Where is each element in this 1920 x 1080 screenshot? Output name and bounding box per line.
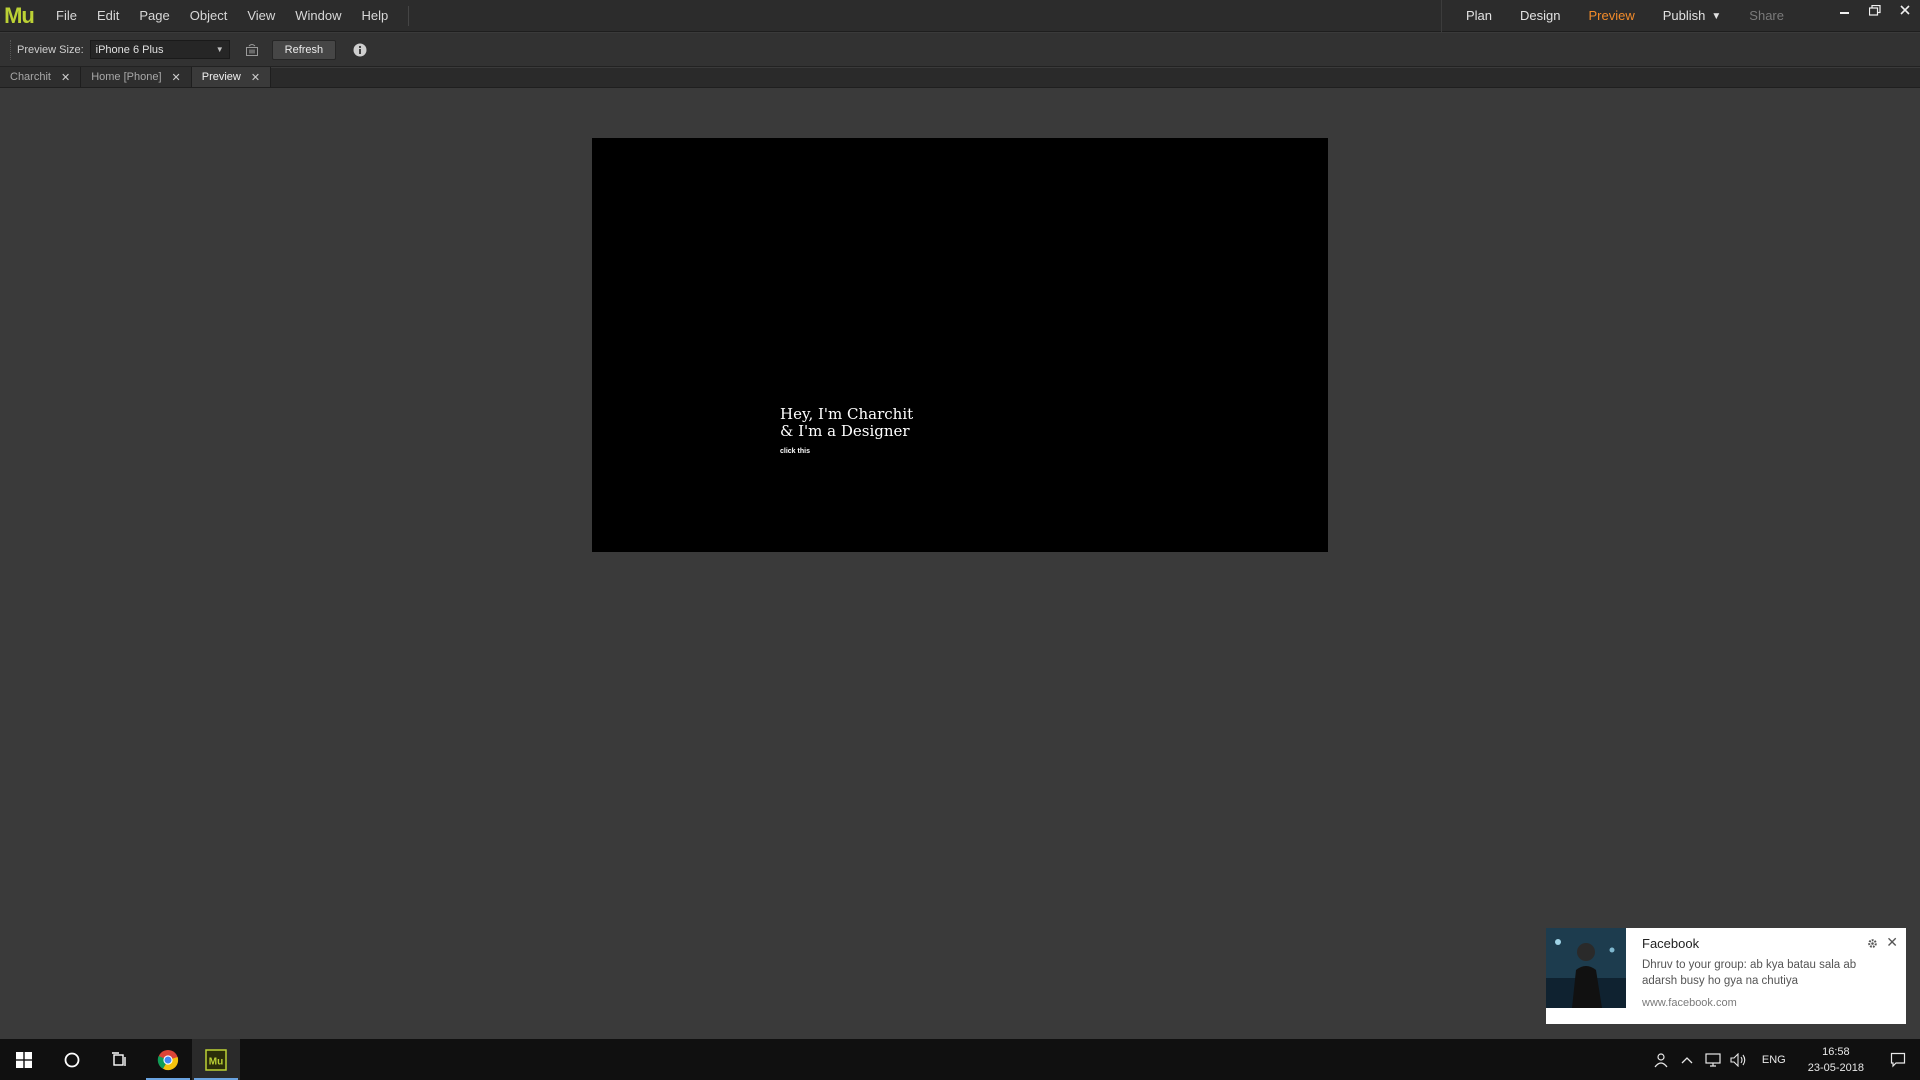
notification-source: www.facebook.com [1642, 997, 1737, 1009]
clock-date: 23-05-2018 [1807, 1061, 1864, 1074]
notification-message: Dhruv to your group: ab kya batau sala a… [1642, 959, 1857, 987]
system-tray: ENG 16:58 23-05-2018 [1648, 1039, 1920, 1080]
minimize-icon[interactable] [1830, 0, 1860, 20]
preview-size-value: iPhone 6 Plus [95, 43, 164, 56]
mode-publish[interactable]: Publish [1649, 0, 1720, 32]
clock-time: 16:58 [1822, 1045, 1850, 1058]
windows-taskbar: Mu ENG 16:58 23-05-2018 [0, 1039, 1920, 1080]
hero-heading-line-2: & I'm a Designer [780, 422, 910, 440]
tab-label: Preview [201, 71, 241, 83]
rotate-device-icon[interactable] [240, 38, 264, 62]
site-preview-frame[interactable]: Hey, I'm Charchit & I'm a Designer click… [592, 138, 1328, 552]
toolbar-grip[interactable] [10, 39, 13, 60]
info-icon[interactable] [350, 40, 370, 60]
gear-icon[interactable] [1867, 936, 1878, 954]
network-icon[interactable] [1700, 1039, 1726, 1080]
restore-icon[interactable] [1860, 0, 1890, 20]
window-controls [1830, 0, 1920, 22]
tab-label: Home [Phone] [91, 71, 162, 83]
tab-preview[interactable]: Preview ✕ [191, 67, 272, 87]
notification-body: Facebook Dhruv to your group: ab kya bat… [1626, 928, 1906, 1024]
menu-window[interactable]: Window [285, 0, 351, 32]
preview-toolbar: Preview Size: iPhone 6 Plus ▼ Refresh [0, 33, 1920, 67]
mode-divider [1441, 0, 1442, 32]
action-center-icon[interactable] [1876, 1039, 1920, 1080]
menu-object[interactable]: Object [180, 0, 238, 32]
chevron-down-icon: ▼ [215, 45, 224, 54]
tab-charchit[interactable]: Charchit ✕ [0, 67, 82, 87]
adobe-muse-icon[interactable]: Mu [192, 1039, 240, 1080]
document-tabs: Charchit ✕ Home [Phone] ✕ Preview ✕ [0, 67, 1920, 88]
preview-size-select[interactable]: iPhone 6 Plus ▼ [89, 40, 230, 59]
mode-preview[interactable]: Preview [1575, 0, 1649, 32]
menu-help[interactable]: Help [352, 0, 399, 32]
volume-icon[interactable] [1726, 1039, 1752, 1080]
menu-bar: Mu File Edit Page Object View Window Hel… [0, 0, 1920, 32]
close-icon[interactable] [1890, 0, 1920, 20]
mode-design[interactable]: Design [1506, 0, 1574, 32]
menu-view[interactable]: View [237, 0, 285, 32]
mode-plan[interactable]: Plan [1452, 0, 1506, 32]
cortana-icon[interactable] [48, 1039, 96, 1080]
facebook-notification[interactable]: Facebook Dhruv to your group: ab kya bat… [1546, 928, 1906, 1024]
menu-file[interactable]: File [46, 0, 87, 32]
mode-switcher: Plan Design Preview Publish ▼ Share [1441, 0, 1798, 32]
notification-avatar [1546, 928, 1626, 1008]
tab-label: Charchit [10, 71, 51, 83]
menu-edit[interactable]: Edit [87, 0, 129, 32]
close-icon[interactable]: ✕ [1886, 934, 1898, 951]
hero-heading-line-1: Hey, I'm Charchit [780, 405, 914, 423]
mode-share[interactable]: Share [1735, 0, 1798, 32]
close-icon[interactable]: ✕ [172, 71, 181, 84]
svg-text:Mu: Mu [209, 1056, 223, 1067]
main-menu: File Edit Page Object View Window Help [46, 0, 410, 32]
menu-divider [408, 5, 410, 26]
close-icon[interactable]: ✕ [61, 71, 70, 84]
muse-logo: Mu [4, 2, 35, 28]
people-icon[interactable] [1648, 1039, 1674, 1080]
preview-size-label: Preview Size: [17, 43, 84, 56]
clock[interactable]: 16:58 23-05-2018 [1796, 1044, 1876, 1076]
publish-dropdown-icon[interactable]: ▼ [1711, 11, 1721, 22]
input-language[interactable]: ENG [1752, 1054, 1796, 1066]
close-icon[interactable]: ✕ [251, 71, 260, 84]
chrome-icon[interactable] [144, 1039, 192, 1080]
tab-home-phone[interactable]: Home [Phone] ✕ [81, 67, 192, 87]
menu-page[interactable]: Page [129, 0, 179, 32]
chevron-up-icon[interactable] [1674, 1039, 1700, 1080]
refresh-button[interactable]: Refresh [271, 39, 337, 60]
task-view-icon[interactable] [96, 1039, 144, 1080]
preview-workspace: Hey, I'm Charchit & I'm a Designer click… [0, 89, 1920, 1039]
windows-start-icon[interactable] [0, 1039, 48, 1080]
hero-link[interactable]: click this [780, 448, 810, 455]
